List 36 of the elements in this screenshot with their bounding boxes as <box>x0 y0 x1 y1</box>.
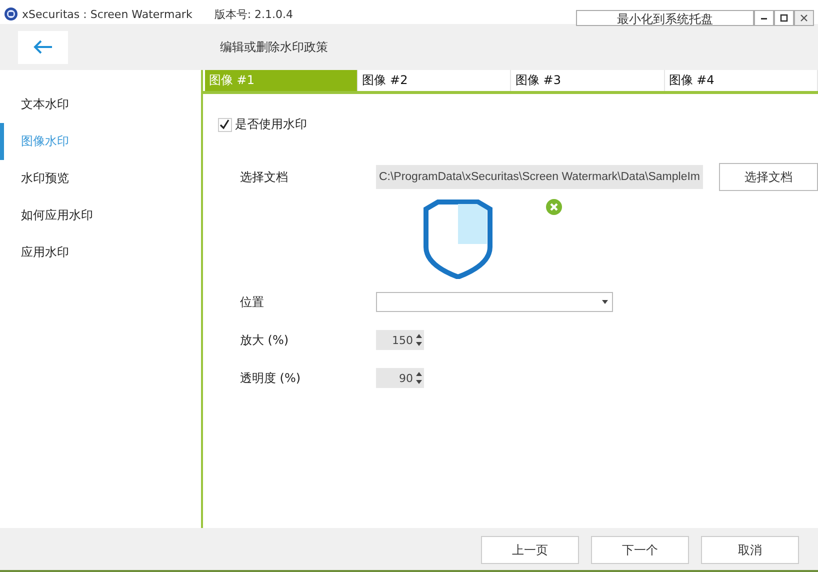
close-button[interactable] <box>794 10 814 26</box>
maximize-button[interactable] <box>774 10 794 26</box>
shield-image-icon <box>422 199 493 279</box>
checkbox-label: 是否使用水印 <box>234 116 307 133</box>
tab[interactable]: 图像 #4 <box>664 70 818 91</box>
opacity-spinbox[interactable]: 90 <box>376 368 424 388</box>
checkbox[interactable] <box>218 118 232 132</box>
footer-button[interactable]: 下一个 <box>591 536 689 564</box>
sidebar-item[interactable]: 水印预览 <box>0 160 201 197</box>
close-icon <box>800 14 808 22</box>
dropdown-caret-icon <box>602 300 608 304</box>
back-arrow-icon <box>33 40 53 54</box>
sidebar-item[interactable]: 文本水印 <box>0 86 201 123</box>
spin-arrows-icon <box>416 334 422 346</box>
maximize-icon <box>780 14 788 22</box>
footer-button[interactable]: 取消 <box>701 536 799 564</box>
sidebar-item[interactable]: 如何应用水印 <box>0 197 201 234</box>
app-logo-icon <box>4 7 18 21</box>
tab[interactable]: 图像 #2 <box>358 70 512 91</box>
page-title: 编辑或删除水印政策 <box>220 38 328 56</box>
field-label: 位置 <box>238 294 265 310</box>
tab[interactable]: 图像 #3 <box>511 70 665 91</box>
field-label: 选择文档 <box>238 168 289 186</box>
sidebar-item[interactable]: 应用水印 <box>0 234 201 271</box>
back-button[interactable] <box>18 30 68 64</box>
spin-arrows-icon <box>416 372 422 384</box>
choose-file-button[interactable]: 选择文档 <box>719 163 818 191</box>
minimize-button[interactable] <box>754 10 774 26</box>
field-label: 放大 (%) <box>238 332 290 348</box>
footer-button[interactable]: 上一页 <box>481 536 579 564</box>
scale-spinbox[interactable]: 150 <box>376 330 424 350</box>
file-path-field[interactable]: C:\ProgramData\xSecuritas\Screen Watermark\Data\SampleIm <box>376 165 703 189</box>
minimize-to-tray-button[interactable]: 最小化到系统托盘 <box>576 10 754 26</box>
window-title: xSecuritas : Screen Watermark <box>22 8 192 20</box>
field-label: 透明度 (%) <box>238 370 302 386</box>
version-label: 版本号: 2.1.0.4 <box>214 6 294 22</box>
